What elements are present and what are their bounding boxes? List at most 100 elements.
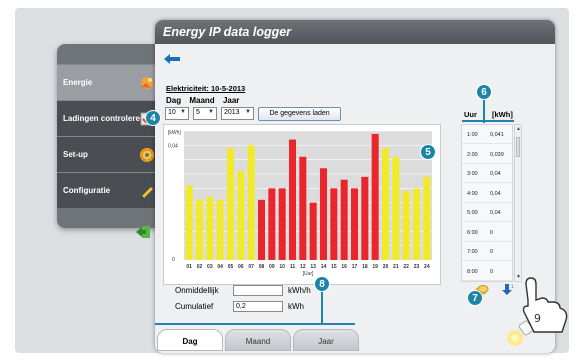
bar bbox=[247, 145, 255, 260]
back-arrow-icon[interactable] bbox=[164, 54, 180, 64]
table-row: 4:00 0,04 bbox=[462, 186, 512, 203]
bar bbox=[340, 179, 348, 260]
bar bbox=[237, 171, 245, 260]
table-row: 6:00 0 bbox=[462, 225, 512, 242]
table-row: 7:00 0 bbox=[462, 244, 512, 261]
year-label: Jaar bbox=[222, 96, 240, 105]
cell-hour: 1:00 bbox=[467, 132, 478, 138]
year-select[interactable]: 2013 ▼ bbox=[221, 107, 254, 120]
day-select-value: 10 bbox=[168, 109, 176, 116]
callout-4: 4 bbox=[145, 110, 161, 126]
x-tick-label: 06 bbox=[238, 264, 244, 270]
cell-hour: 8:00 bbox=[467, 268, 478, 275]
bar bbox=[185, 185, 193, 260]
month-select[interactable]: 5 ▼ bbox=[193, 107, 217, 120]
day-select[interactable]: 10 ▼ bbox=[165, 107, 189, 120]
cell-hour: 2:00 bbox=[467, 151, 478, 158]
callout-6-leader bbox=[483, 99, 485, 123]
table-row: 5:00 0,04 bbox=[462, 205, 512, 222]
bar bbox=[330, 188, 338, 260]
menu-item-energie[interactable]: Energie bbox=[57, 64, 170, 100]
bar bbox=[216, 199, 224, 260]
tab-dag[interactable]: Dag bbox=[157, 329, 223, 351]
back-green-icon[interactable] bbox=[136, 226, 150, 238]
pencil-icon bbox=[141, 187, 153, 199]
x-tick-label: 17 bbox=[352, 264, 358, 270]
callout-8-leader bbox=[321, 290, 323, 324]
x-tick-label: 07 bbox=[248, 264, 254, 270]
x-tick-label: 23 bbox=[414, 264, 420, 270]
callout-8: 8 bbox=[314, 276, 330, 292]
x-tick-label: 08 bbox=[259, 264, 265, 270]
x-tick-label: 12 bbox=[300, 264, 306, 270]
cumulative-label: Cumulatief bbox=[175, 302, 214, 311]
cumulative-input[interactable]: 0,2 bbox=[233, 301, 283, 312]
bar bbox=[299, 156, 307, 260]
scroll-thumb[interactable] bbox=[516, 137, 520, 157]
bar bbox=[381, 148, 390, 260]
table-scrollbar[interactable]: ▲ ▼ bbox=[514, 124, 522, 282]
selector-labels: Dag Maand Jaar bbox=[166, 96, 245, 105]
y-tick-label: 0 bbox=[172, 257, 175, 263]
x-tick-label: 01 bbox=[186, 264, 192, 270]
x-tick-label: 05 bbox=[228, 264, 234, 270]
bar bbox=[257, 199, 266, 260]
chevron-down-icon: ▼ bbox=[180, 109, 186, 115]
bar bbox=[423, 176, 431, 260]
instant-label: Onmiddellijk bbox=[175, 286, 219, 295]
x-tick-label: 03 bbox=[207, 264, 213, 270]
tab-jaar[interactable]: Jaar bbox=[293, 329, 359, 351]
callout-6: 6 bbox=[476, 84, 492, 100]
menu-item-label: Configuratie bbox=[63, 186, 111, 195]
x-tick-label: 15 bbox=[331, 264, 337, 270]
bar bbox=[412, 188, 421, 260]
x-tick-label: 18 bbox=[362, 264, 368, 270]
bar bbox=[309, 202, 317, 260]
cell-hour: 5:00 bbox=[467, 210, 478, 216]
x-axis-label: [Uur] bbox=[303, 271, 314, 277]
window-title: Energy IP data logger bbox=[155, 20, 555, 44]
bar bbox=[350, 188, 359, 260]
table-header-underline bbox=[462, 120, 514, 122]
menu-item-configuratie[interactable]: Configuratie bbox=[57, 172, 170, 208]
section-title: Elektriciteit: 10-5-2013 bbox=[166, 84, 246, 93]
cell-hour: 3:00 bbox=[467, 171, 478, 177]
chart-svg: [kWh] 0,04 0 01 02 03 04 05 06 07 08 09 10 11 12 13 14 15… bbox=[168, 130, 432, 277]
x-tick-label: 16 bbox=[341, 264, 347, 270]
bar bbox=[268, 188, 276, 260]
cell-kwh: 0 bbox=[490, 249, 494, 255]
svg-text:1: 1 bbox=[511, 284, 514, 289]
bar bbox=[371, 133, 379, 260]
cumulative-unit: kWh bbox=[288, 302, 304, 311]
data-table: 1:00 0,041 2:00 0,039 3:00 0,04 4:00 0,04 5:00 0,… bbox=[461, 124, 513, 282]
energy-chart: [kWh] 0,04 0 01 02 03 04 05 06 07 08 09 10 11 12 13 14 15… bbox=[163, 124, 441, 285]
table-row: 2:00 0,039 bbox=[462, 147, 512, 164]
load-data-button[interactable]: De gegevens laden bbox=[258, 107, 341, 121]
chevron-down-icon: ▼ bbox=[208, 109, 214, 115]
month-label: Maand bbox=[189, 96, 215, 105]
x-tick-label: 19 bbox=[372, 264, 378, 270]
x-tick-label: 09 bbox=[269, 264, 275, 270]
x-tick-label: 14 bbox=[321, 264, 327, 270]
year-select-value: 2013 bbox=[224, 109, 240, 116]
y-tick-label: 0,04 bbox=[168, 143, 178, 149]
side-menu: Energie Ladingen controleren Set-up Conf… bbox=[57, 44, 170, 228]
x-tick-label: 04 bbox=[217, 264, 223, 270]
cell-hour: 4:00 bbox=[467, 190, 478, 197]
bar bbox=[278, 188, 286, 260]
download-arrow-icon[interactable]: 1 bbox=[502, 284, 516, 296]
menu-item-setup[interactable]: Set-up bbox=[57, 136, 170, 172]
instant-input[interactable] bbox=[233, 285, 283, 296]
callout-9-label: 9 bbox=[534, 312, 541, 325]
scroll-up-icon[interactable]: ▲ bbox=[516, 126, 521, 132]
bar bbox=[361, 176, 369, 260]
energy-hand-icon bbox=[141, 77, 153, 89]
cell-hour: 7:00 bbox=[467, 249, 478, 255]
main-panel: Energy IP data logger Elektriciteit: 10-… bbox=[155, 20, 555, 353]
gear-icon bbox=[140, 148, 154, 162]
table-header: Uur [kWh] bbox=[464, 110, 513, 119]
instant-unit: kWh/h bbox=[288, 286, 311, 295]
tab-maand[interactable]: Maand bbox=[225, 329, 291, 351]
menu-item-label: Set-up bbox=[63, 150, 88, 159]
cell-kwh: 0 bbox=[490, 229, 494, 236]
